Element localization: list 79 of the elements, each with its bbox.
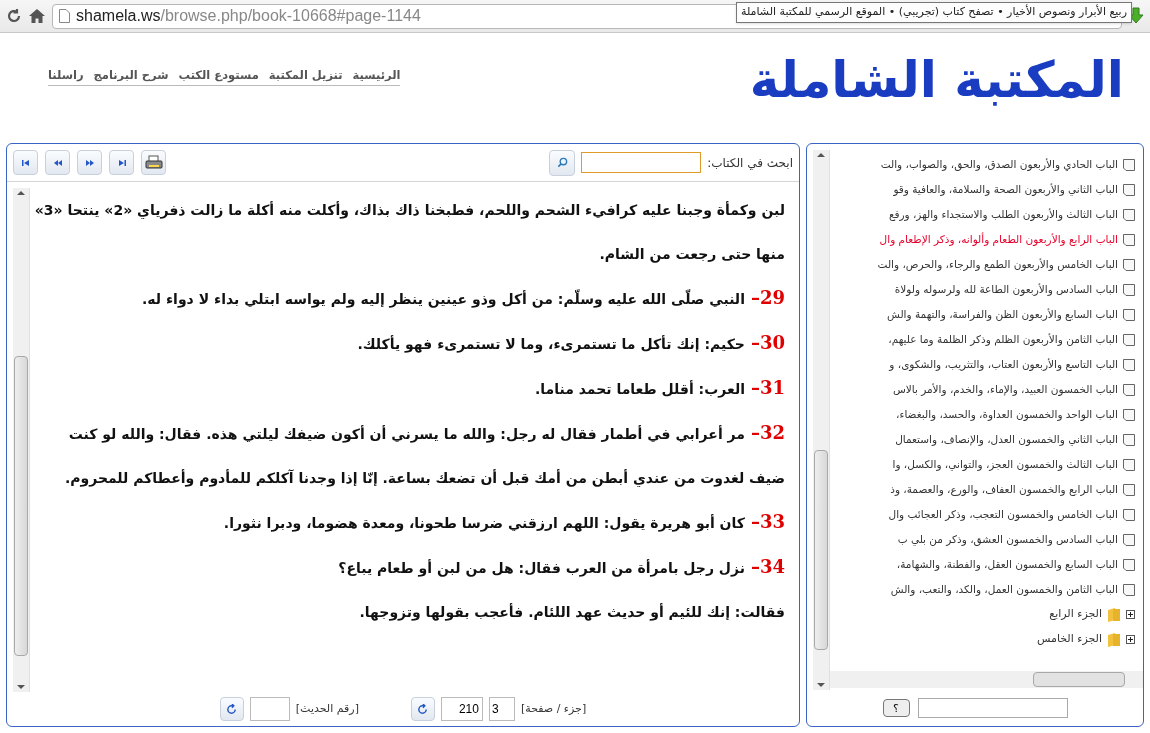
hadith-field[interactable] [249,697,290,721]
scrollbar[interactable] [13,188,30,692]
chapter-link[interactable]: الباب الحادي والأربعون الصدق، والحق، والصواب، والت [880,156,1118,173]
document-icon [1123,258,1135,271]
home-icon[interactable] [28,8,46,24]
chapter-link[interactable]: الباب الثامن والخمسون العمل، والكد، والتعب، والش [890,581,1118,598]
document-icon [1123,283,1135,296]
volume-link[interactable]: الجزء الرابع [1049,606,1102,623]
chapter-link[interactable]: الباب السابع والأربعون الظن والفراسة، والتهمة والش [887,306,1118,323]
document-icon [1123,333,1135,346]
scrollbar[interactable] [813,150,830,690]
document-icon [1123,483,1135,496]
volume-link[interactable]: الجزء الخامس [1036,631,1102,648]
page-field[interactable]: 210 [440,697,483,721]
expand-toggle[interactable] [1126,635,1135,644]
chapter-link[interactable]: الباب السادس والخمسون العشق، وذكر من بلي ب [897,531,1118,548]
go-button[interactable] [410,697,435,721]
chapter-link[interactable]: الباب الثامن والأربعون الظلم وذكر الظلمة وما عليهم، [888,331,1118,348]
chapter-link[interactable]: الباب الثاني والأربعون الصحة والسلامة، والعافية وقو [893,181,1118,198]
document-icon [1123,558,1135,571]
nav-link[interactable]: شرح البرنامج [93,67,169,85]
chapter-link[interactable]: الباب السادس والأربعون الطاعة لله ولرسوله ولولاة [894,281,1118,298]
search-label: ابحث في الكتاب: [707,154,793,172]
prev-page-button[interactable] [45,150,70,175]
document-icon [1123,533,1135,546]
document-icon [1123,233,1135,246]
chapter-link[interactable]: الباب الثاني والخمسون العدل، والإنصاف، واستعمال [895,431,1118,448]
document-icon [1123,583,1135,596]
document-icon [1123,208,1135,221]
nav-link[interactable]: تنزيل المكتبة [268,67,343,85]
refresh-icon [417,703,429,715]
book-paragraph: فقالت: إنك للئيم أو حديث عهد اللئام. فأعجب بقولها وتزوجها. [358,602,785,623]
nav-link[interactable]: راسلنا [48,67,84,85]
folder-icon [1107,631,1121,648]
document-icon [1123,158,1135,171]
chapter-link[interactable]: الباب الرابع والخمسون العفاف، والورع، والعصمة، وذ [890,481,1118,498]
document-icon [1123,508,1135,521]
url-text: shamela.ws/browse.php/book-10668#page-1144 [76,6,421,26]
page-icon [59,9,70,23]
refresh-icon [226,703,238,715]
document-icon [1123,408,1135,421]
print-button[interactable] [141,150,166,175]
book-paragraph: لبن وكمأة وجبنا عليه كرافيء الشحم واللحم، فطبخنا ذاك بذاك، وأكلت منه أكلة ما زالت ذفرياي «2» ينتحا «3» منها حتى رجعت من الشام. [33,200,785,265]
chapter-link[interactable]: الباب السابع والخمسون العقل، والفطنة، والشهامة، [896,556,1118,573]
document-icon [1123,183,1135,196]
chapter-link[interactable]: الباب الرابع والأربعون الطعام وألوانه، وذكر الإطعام وال [879,231,1118,248]
horizontal-scrollbar[interactable] [830,671,1143,688]
search-button[interactable] [549,149,576,176]
help-button[interactable]: ؟ [882,699,910,717]
document-icon [1123,308,1135,321]
chapter-link[interactable]: الباب الثالث والأربعون الطلب والاستجداء والهز، ورفع [888,206,1118,223]
chapter-link[interactable]: الباب الخامس والخمسون التعجب، وذكر العجائب وال [888,506,1118,523]
printer-icon [144,154,163,171]
document-icon [1123,458,1135,471]
document-icon [1123,433,1135,446]
document-icon [1123,358,1135,371]
chapter-link[interactable]: الباب الخامس والأربعون الطمع والرجاء، والحرص، والت [877,256,1118,273]
go-button[interactable] [219,697,244,721]
search-icon [556,157,568,168]
part-field[interactable]: 3 [488,697,515,721]
nav-link[interactable]: مستودع الكتب [178,67,259,85]
chapter-link[interactable]: الباب الواحد والخمسون العداوة، والحسد، والبغضاء، [896,406,1118,423]
expand-toggle[interactable] [1126,610,1135,619]
folder-icon [1107,606,1121,623]
tooltip: ربيع الأبرار ونصوص الأخيار • تصفح كتاب (تجريبي) • الموقع الرسمي للمكتبة الشاملة [736,2,1132,23]
nav-link[interactable]: الرئيسية [352,67,401,85]
last-page-button[interactable] [109,150,134,175]
first-page-button[interactable] [13,150,38,175]
chapter-link[interactable]: الباب التاسع والأربعون العتاب، والتثريب، والشكوى، و [889,356,1118,373]
next-page-button[interactable] [77,150,102,175]
search-field[interactable] [581,152,702,173]
site-logo: المكتبة الشاملة [748,50,1125,111]
hadith-label: [رقم الحديث] [295,700,359,717]
chapter-link[interactable]: الباب الثالث والخمسون العجز، والتواني، والكسل، وا [892,456,1118,473]
document-icon [1123,383,1135,396]
reload-icon[interactable] [6,8,22,24]
go-to-field[interactable] [917,698,1068,718]
page-label: [جزء / صفحة] [520,700,587,717]
chapter-link[interactable]: الباب الخمسون العبيد، والإماء، والخدم، والأمر بالاس [892,381,1118,398]
